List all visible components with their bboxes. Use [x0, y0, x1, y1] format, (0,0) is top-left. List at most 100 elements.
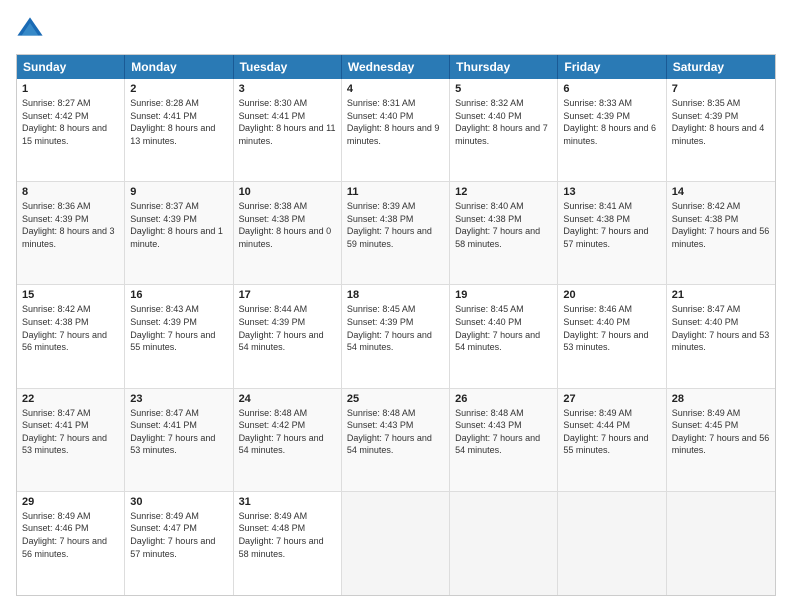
day-info: Sunrise: 8:49 AMSunset: 4:45 PMDaylight:…: [672, 407, 770, 457]
calendar-cell: 11 Sunrise: 8:39 AMSunset: 4:38 PMDayligh…: [342, 182, 450, 284]
day-number: 29: [22, 496, 119, 508]
page: SundayMondayTuesdayWednesdayThursdayFrid…: [0, 0, 792, 612]
calendar-cell: 14 Sunrise: 8:42 AMSunset: 4:38 PMDayligh…: [667, 182, 775, 284]
day-info: Sunrise: 8:47 AMSunset: 4:40 PMDaylight:…: [672, 303, 770, 353]
day-number: 19: [455, 289, 552, 301]
day-number: 24: [239, 393, 336, 405]
calendar-row: 1 Sunrise: 8:27 AMSunset: 4:42 PMDaylight…: [17, 79, 775, 182]
day-number: 10: [239, 186, 336, 198]
header-day-thursday: Thursday: [450, 55, 558, 79]
day-info: Sunrise: 8:41 AMSunset: 4:38 PMDaylight:…: [563, 200, 660, 250]
calendar-cell: 15Sunrise: 8:42 AMSunset: 4:38 PMDayligh…: [17, 285, 125, 387]
day-number: 31: [239, 496, 336, 508]
calendar-cell: [450, 492, 558, 595]
calendar-cell: [667, 492, 775, 595]
calendar-cell: 18Sunrise: 8:45 AMSunset: 4:39 PMDayligh…: [342, 285, 450, 387]
calendar-row: 22 Sunrise: 8:47 AMSunset: 4:41 PMDayligh…: [17, 389, 775, 492]
calendar-cell: 30 Sunrise: 8:49 AMSunset: 4:47 PMDayligh…: [125, 492, 233, 595]
calendar-cell: 10Sunrise: 8:38 AMSunset: 4:38 PMDayligh…: [234, 182, 342, 284]
day-info: Sunrise: 8:46 AMSunset: 4:40 PMDaylight:…: [563, 303, 660, 353]
day-number: 4: [347, 83, 444, 95]
day-number: 11: [347, 186, 444, 198]
day-number: 20: [563, 289, 660, 301]
day-info: Sunrise: 8:28 AMSunset: 4:41 PMDaylight:…: [130, 97, 227, 147]
day-info: Sunrise: 8:45 AMSunset: 4:40 PMDaylight:…: [455, 303, 552, 353]
day-number: 8: [22, 186, 119, 198]
day-number: 6: [563, 83, 660, 95]
day-number: 23: [130, 393, 227, 405]
header-day-monday: Monday: [125, 55, 233, 79]
day-number: 2: [130, 83, 227, 95]
day-info: Sunrise: 8:49 AMSunset: 4:44 PMDaylight:…: [563, 407, 660, 457]
day-info: Sunrise: 8:49 AMSunset: 4:46 PMDaylight:…: [22, 510, 119, 560]
day-number: 17: [239, 289, 336, 301]
day-info: Sunrise: 8:47 AMSunset: 4:41 PMDaylight:…: [130, 407, 227, 457]
calendar-cell: 13 Sunrise: 8:41 AMSunset: 4:38 PMDayligh…: [558, 182, 666, 284]
day-info: Sunrise: 8:30 AMSunset: 4:41 PMDaylight:…: [239, 97, 336, 147]
header-day-saturday: Saturday: [667, 55, 775, 79]
day-info: Sunrise: 8:37 AMSunset: 4:39 PMDaylight:…: [130, 200, 227, 250]
day-number: 28: [672, 393, 770, 405]
calendar-row: 15Sunrise: 8:42 AMSunset: 4:38 PMDayligh…: [17, 285, 775, 388]
header-day-tuesday: Tuesday: [234, 55, 342, 79]
day-info: Sunrise: 8:49 AMSunset: 4:47 PMDaylight:…: [130, 510, 227, 560]
calendar-cell: 21 Sunrise: 8:47 AMSunset: 4:40 PMDayligh…: [667, 285, 775, 387]
header: [16, 16, 776, 44]
calendar-cell: 16 Sunrise: 8:43 AMSunset: 4:39 PMDayligh…: [125, 285, 233, 387]
day-number: 25: [347, 393, 444, 405]
day-number: 30: [130, 496, 227, 508]
calendar-cell: 20 Sunrise: 8:46 AMSunset: 4:40 PMDayligh…: [558, 285, 666, 387]
day-info: Sunrise: 8:36 AMSunset: 4:39 PMDaylight:…: [22, 200, 119, 250]
calendar-cell: 6 Sunrise: 8:33 AMSunset: 4:39 PMDaylight…: [558, 79, 666, 181]
calendar-cell: 9Sunrise: 8:37 AMSunset: 4:39 PMDaylight…: [125, 182, 233, 284]
calendar-cell: 24 Sunrise: 8:48 AMSunset: 4:42 PMDayligh…: [234, 389, 342, 491]
calendar-cell: 2 Sunrise: 8:28 AMSunset: 4:41 PMDaylight…: [125, 79, 233, 181]
calendar-cell: [342, 492, 450, 595]
calendar-cell: 25 Sunrise: 8:48 AMSunset: 4:43 PMDayligh…: [342, 389, 450, 491]
day-info: Sunrise: 8:48 AMSunset: 4:43 PMDaylight:…: [347, 407, 444, 457]
header-day-wednesday: Wednesday: [342, 55, 450, 79]
day-info: Sunrise: 8:42 AMSunset: 4:38 PMDaylight:…: [672, 200, 770, 250]
day-number: 3: [239, 83, 336, 95]
calendar-row: 29 Sunrise: 8:49 AMSunset: 4:46 PMDayligh…: [17, 492, 775, 595]
day-number: 13: [563, 186, 660, 198]
day-info: Sunrise: 8:33 AMSunset: 4:39 PMDaylight:…: [563, 97, 660, 147]
calendar-cell: 31Sunrise: 8:49 AMSunset: 4:48 PMDayligh…: [234, 492, 342, 595]
calendar-cell: 8 Sunrise: 8:36 AMSunset: 4:39 PMDaylight…: [17, 182, 125, 284]
day-info: Sunrise: 8:32 AMSunset: 4:40 PMDaylight:…: [455, 97, 552, 147]
day-info: Sunrise: 8:48 AMSunset: 4:42 PMDaylight:…: [239, 407, 336, 457]
calendar-cell: 5 Sunrise: 8:32 AMSunset: 4:40 PMDaylight…: [450, 79, 558, 181]
logo: [16, 16, 48, 44]
day-number: 7: [672, 83, 770, 95]
day-number: 1: [22, 83, 119, 95]
day-info: Sunrise: 8:42 AMSunset: 4:38 PMDaylight:…: [22, 303, 119, 353]
day-info: Sunrise: 8:40 AMSunset: 4:38 PMDaylight:…: [455, 200, 552, 250]
day-info: Sunrise: 8:27 AMSunset: 4:42 PMDaylight:…: [22, 97, 119, 147]
calendar-cell: 26Sunrise: 8:48 AMSunset: 4:43 PMDayligh…: [450, 389, 558, 491]
day-number: 14: [672, 186, 770, 198]
calendar-cell: 23 Sunrise: 8:47 AMSunset: 4:41 PMDayligh…: [125, 389, 233, 491]
calendar-cell: 3 Sunrise: 8:30 AMSunset: 4:41 PMDaylight…: [234, 79, 342, 181]
calendar-cell: 12 Sunrise: 8:40 AMSunset: 4:38 PMDayligh…: [450, 182, 558, 284]
calendar-header: SundayMondayTuesdayWednesdayThursdayFrid…: [17, 55, 775, 79]
calendar-cell: 4Sunrise: 8:31 AMSunset: 4:40 PMDaylight…: [342, 79, 450, 181]
day-info: Sunrise: 8:47 AMSunset: 4:41 PMDaylight:…: [22, 407, 119, 457]
day-number: 18: [347, 289, 444, 301]
day-number: 16: [130, 289, 227, 301]
header-day-friday: Friday: [558, 55, 666, 79]
logo-icon: [16, 16, 44, 44]
day-info: Sunrise: 8:48 AMSunset: 4:43 PMDaylight:…: [455, 407, 552, 457]
calendar-row: 8 Sunrise: 8:36 AMSunset: 4:39 PMDaylight…: [17, 182, 775, 285]
day-info: Sunrise: 8:39 AMSunset: 4:38 PMDaylight:…: [347, 200, 444, 250]
calendar-cell: 17Sunrise: 8:44 AMSunset: 4:39 PMDayligh…: [234, 285, 342, 387]
day-info: Sunrise: 8:43 AMSunset: 4:39 PMDaylight:…: [130, 303, 227, 353]
day-number: 12: [455, 186, 552, 198]
day-number: 21: [672, 289, 770, 301]
calendar-cell: 1 Sunrise: 8:27 AMSunset: 4:42 PMDaylight…: [17, 79, 125, 181]
calendar-cell: 7Sunrise: 8:35 AMSunset: 4:39 PMDaylight…: [667, 79, 775, 181]
day-number: 5: [455, 83, 552, 95]
calendar-cell: 29 Sunrise: 8:49 AMSunset: 4:46 PMDayligh…: [17, 492, 125, 595]
calendar-cell: 28 Sunrise: 8:49 AMSunset: 4:45 PMDayligh…: [667, 389, 775, 491]
day-number: 27: [563, 393, 660, 405]
day-number: 22: [22, 393, 119, 405]
